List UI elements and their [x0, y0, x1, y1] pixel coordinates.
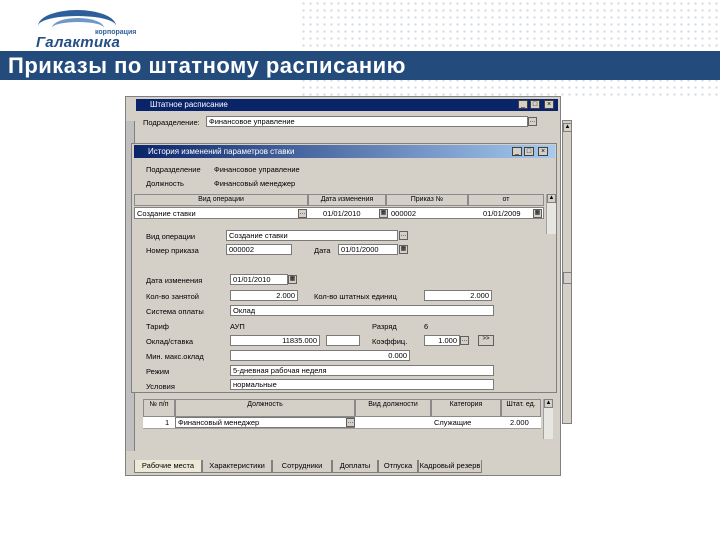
scroll-up-icon[interactable]: ▲: [563, 123, 572, 132]
op-field[interactable]: Создание ставки: [226, 230, 398, 241]
table-row[interactable]: 1 Финансовый менеджер … Служащие 2.000: [143, 417, 541, 429]
logo-name: Галактика: [36, 34, 121, 51]
row-operation: Создание ставки: [137, 209, 196, 218]
row-category: Служащие: [434, 418, 472, 427]
dept-field[interactable]: Финансовое управление: [206, 116, 528, 127]
history-window: История изменений параметров ставки _ □ …: [131, 143, 557, 393]
salary-field[interactable]: 11835.000: [230, 335, 320, 346]
scroll-up-icon[interactable]: ▲: [544, 399, 553, 408]
pay-label: Система оплаты: [146, 307, 204, 316]
scroll-up-icon[interactable]: ▲: [547, 194, 556, 203]
row-units: 2.000: [510, 418, 529, 427]
grid-header-change-date: Дата изменения: [308, 194, 386, 206]
row-change-date: 01/01/2010: [323, 209, 361, 218]
qty-label: Кол-во занятой: [146, 292, 199, 301]
coef-action-button[interactable]: >>: [478, 335, 494, 346]
slide-title: Приказы по штатному расписанию: [8, 53, 406, 78]
tariff-label: Тариф: [146, 322, 169, 331]
date-label: Дата: [314, 246, 331, 255]
op-lookup-button[interactable]: …: [399, 231, 408, 240]
grid-header-category: Категория: [431, 399, 501, 417]
minimize-icon[interactable]: _: [518, 100, 528, 109]
maximize-icon[interactable]: □: [530, 100, 540, 109]
header-dot-pattern: [300, 0, 720, 100]
cond-label: Условия: [146, 382, 175, 391]
cond-field[interactable]: нормальные: [230, 379, 494, 390]
change-date-field[interactable]: 01/01/2010: [230, 274, 288, 285]
minimize-icon[interactable]: _: [512, 147, 522, 156]
history-titlebar: История изменений параметров ставки: [134, 145, 555, 158]
tariff-value: АУП: [230, 322, 245, 331]
grid-scrollbar[interactable]: ▲: [543, 399, 553, 439]
history-grid-scrollbar[interactable]: ▲: [546, 194, 556, 234]
units-field[interactable]: 2.000: [424, 290, 492, 301]
history-title: История изменений параметров ставки: [148, 147, 295, 156]
tab-workplaces[interactable]: Рабочие места: [134, 460, 202, 473]
coef-label: Коэффиц.: [372, 337, 408, 346]
grid-header-order: Приказ №: [386, 194, 468, 206]
row-operation-lookup[interactable]: …: [298, 209, 307, 218]
date-calendar-icon[interactable]: ▦: [399, 245, 408, 254]
close-icon[interactable]: ×: [544, 100, 554, 109]
salary-extra-field[interactable]: [326, 335, 360, 346]
tab-employees[interactable]: Сотрудники: [272, 460, 332, 473]
row-order: 000002: [391, 209, 417, 218]
max-field[interactable]: 0.000: [230, 350, 410, 361]
history-pos-value: Финансовый менеджер: [214, 179, 296, 188]
dept-lookup-button[interactable]: …: [528, 117, 537, 126]
max-label: Мин. макс.оклад: [146, 352, 204, 361]
op-label: Вид операции: [146, 232, 196, 241]
row-position[interactable]: Финансовый менеджер: [175, 417, 355, 428]
tab-strip: Рабочие места Характеристики Сотрудники …: [134, 460, 554, 474]
tab-characteristics[interactable]: Характеристики: [202, 460, 272, 473]
history-dept-label: Подразделение: [146, 165, 201, 174]
row-from: 01/01/2009: [483, 209, 521, 218]
qty-field[interactable]: 2.000: [230, 290, 298, 301]
units-label: Кол-во штатных единиц: [314, 292, 397, 301]
scroll-thumb[interactable]: [563, 272, 572, 284]
regime-field[interactable]: 5-дневная рабочая неделя: [230, 365, 494, 376]
table-row[interactable]: Создание ставки … 01/01/2010 ▦ 000002 01…: [134, 207, 544, 219]
coef-field[interactable]: 1.000: [424, 335, 460, 346]
date-field[interactable]: 01/01/2000: [338, 244, 398, 255]
row-date-calendar-icon[interactable]: ▦: [379, 209, 388, 218]
grade-label: Разряд: [372, 322, 397, 331]
regime-label: Режим: [146, 367, 170, 376]
change-date-calendar-icon[interactable]: ▦: [288, 275, 297, 284]
history-pos-label: Должность: [146, 179, 184, 188]
grid-header-position: Должность: [175, 399, 355, 417]
row-position-lookup[interactable]: …: [346, 418, 355, 427]
history-dept-value: Финансовое управление: [214, 165, 300, 174]
pay-field[interactable]: Оклад: [230, 305, 494, 316]
tab-reserve[interactable]: Кадровый резерв: [418, 460, 482, 473]
back-window-scrollbar[interactable]: ▲: [562, 120, 572, 424]
coef-lookup-button[interactable]: …: [460, 336, 469, 345]
grid-header-units: Штат. ед.: [501, 399, 541, 417]
staff-schedule-titlebar: Штатное расписание: [136, 99, 558, 111]
staff-schedule-title: Штатное расписание: [150, 100, 228, 109]
maximize-icon[interactable]: □: [524, 147, 534, 156]
grid-header-from: от: [468, 194, 544, 206]
order-label: Номер приказа: [146, 246, 199, 255]
tab-allowances[interactable]: Доплаты: [332, 460, 378, 473]
row-num: 1: [165, 418, 170, 427]
grid-header-operation: Вид операции: [134, 194, 308, 206]
salary-label: Оклад/ставка: [146, 337, 194, 346]
order-field[interactable]: 000002: [226, 244, 292, 255]
grid-header-num: № п/п: [143, 399, 175, 417]
close-icon[interactable]: ×: [538, 147, 548, 156]
dept-label: Подразделение:: [143, 118, 200, 127]
grade-value: 6: [424, 322, 429, 331]
grid-header-kind: Вид должности: [355, 399, 431, 417]
tab-vacations[interactable]: Отпуска: [378, 460, 418, 473]
change-date-label: Дата изменения: [146, 276, 203, 285]
row-from-calendar-icon[interactable]: ▦: [533, 209, 542, 218]
